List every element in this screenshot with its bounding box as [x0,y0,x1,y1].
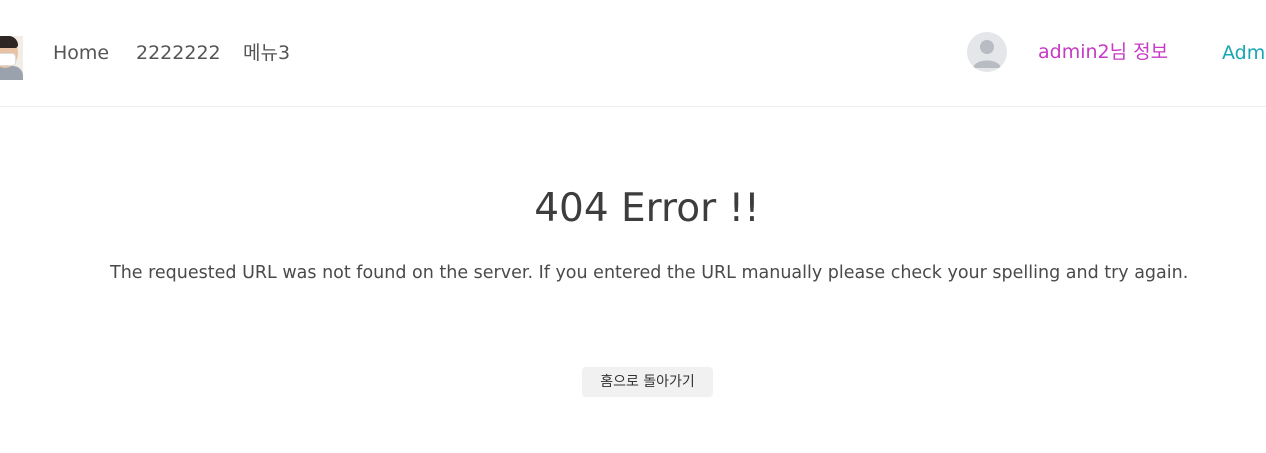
nav-link-home[interactable]: Home [53,40,109,66]
user-info-link[interactable]: admin2님 정보 [1038,39,1168,65]
logo-image[interactable] [0,36,23,80]
user-silhouette-icon [973,40,1001,68]
user-avatar[interactable] [967,32,1007,72]
admin-link[interactable]: Admi [1222,40,1266,66]
logo-body-shape [0,66,23,80]
nav-link-2222222[interactable]: 2222222 [136,40,221,66]
error-title: 404 Error !! [534,186,760,231]
logo-mask-shape [0,53,16,66]
logo-hair-shape [0,36,18,48]
top-navbar: Home 2222222 메뉴3 admin2님 정보 Admi [0,0,1266,107]
error-message: The requested URL was not found on the s… [110,263,1189,283]
nav-link-menu3[interactable]: 메뉴3 [243,40,290,66]
go-home-button[interactable]: 홈으로 돌아가기 [582,367,713,397]
